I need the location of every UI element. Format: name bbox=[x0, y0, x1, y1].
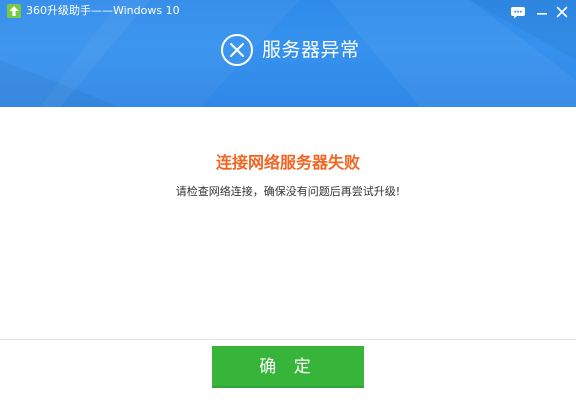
upgrade-arrow-icon bbox=[7, 4, 21, 18]
close-button[interactable] bbox=[553, 3, 571, 21]
error-message: 请检查网络连接，确保没有问题后再尝试升级! bbox=[175, 185, 401, 198]
header-banner: 360升级助手——Windows 10 服务器异常 bbox=[0, 0, 576, 107]
server-status: 服务器异常 bbox=[220, 33, 360, 69]
window-title: 360升级助手——Windows 10 bbox=[26, 4, 180, 17]
upgrade-assistant-window: 360升级助手——Windows 10 服务器异常 连接网络服务器失败 请检查网… bbox=[0, 0, 576, 400]
message-area: 连接网络服务器失败 请检查网络连接，确保没有问题后再尝试升级! bbox=[0, 107, 576, 339]
feedback-button[interactable] bbox=[509, 3, 527, 21]
close-icon bbox=[556, 6, 568, 18]
confirm-button[interactable]: 确 定 bbox=[212, 346, 364, 388]
footer: 确 定 bbox=[0, 340, 576, 400]
error-heading: 连接网络服务器失败 bbox=[215, 153, 360, 172]
title-bar[interactable]: 360升级助手——Windows 10 bbox=[0, 0, 576, 24]
minimize-button[interactable] bbox=[533, 3, 551, 21]
chat-bubble-icon bbox=[511, 7, 525, 19]
minimize-icon bbox=[537, 13, 547, 15]
circle-x-icon bbox=[221, 34, 253, 66]
status-title: 服务器异常 bbox=[262, 39, 360, 61]
